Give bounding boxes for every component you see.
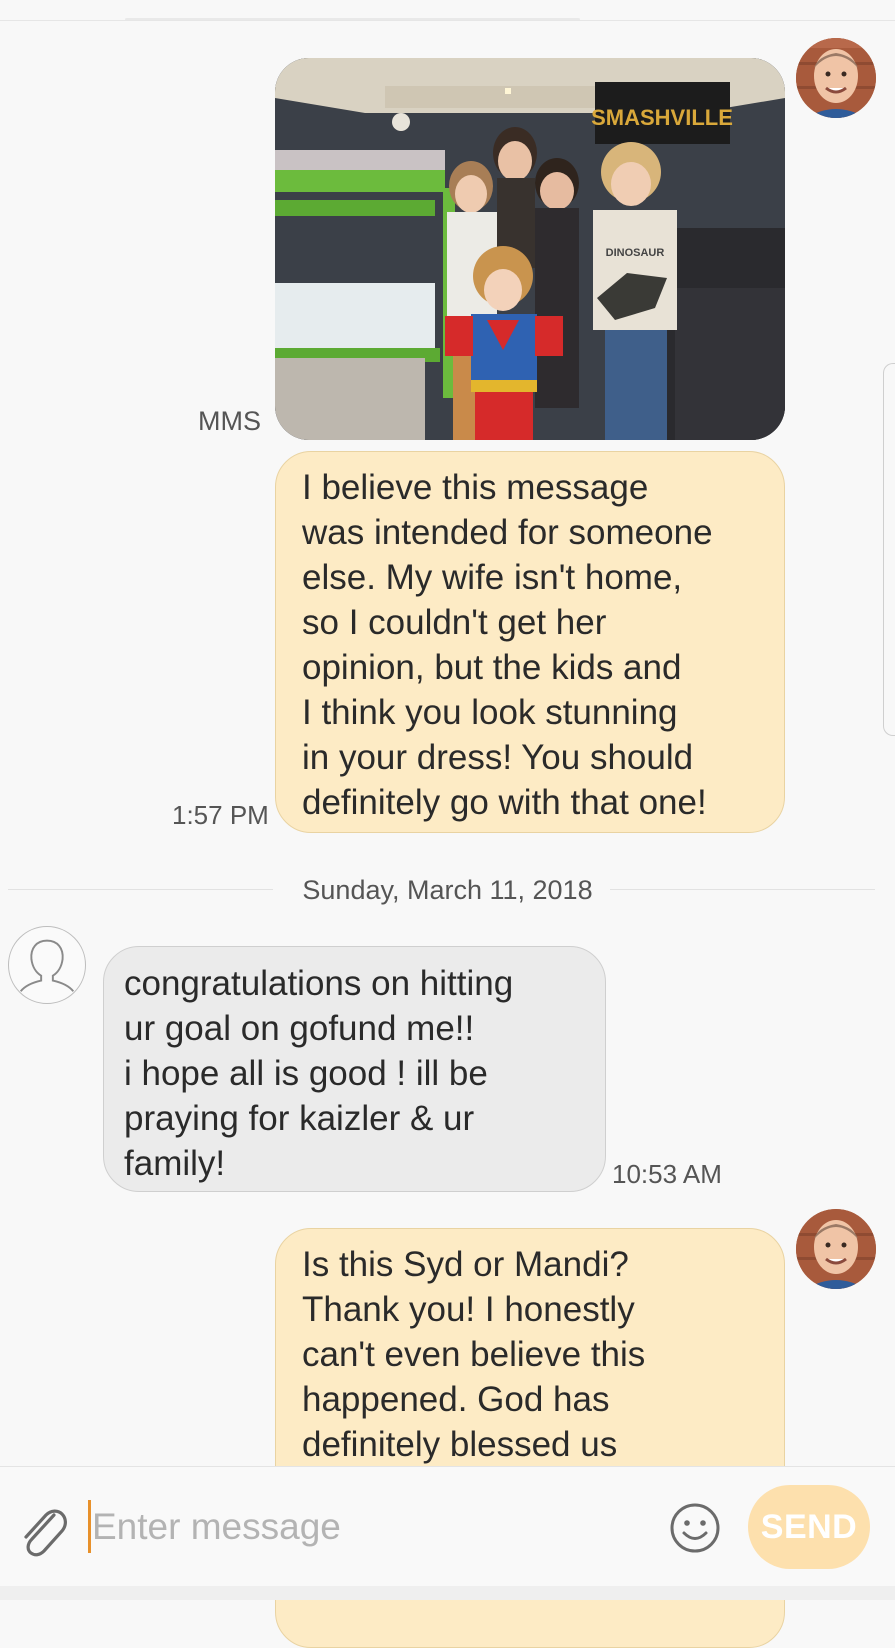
contact-avatar[interactable]	[8, 926, 86, 1004]
smashville-sign: SMASHVILLE	[591, 105, 733, 130]
user-avatar[interactable]	[796, 1209, 876, 1289]
user-avatar-photo	[796, 1209, 876, 1289]
mms-photo[interactable]: SMASHVILLE DINOSAUR	[275, 58, 785, 440]
top-divider	[0, 20, 895, 21]
scroll-indicator[interactable]	[883, 363, 895, 736]
date-separator: Sunday, March 11, 2018	[0, 871, 895, 911]
send-button[interactable]: SEND	[748, 1485, 870, 1569]
message-input[interactable]	[92, 1495, 632, 1559]
shirt-text: DINOSAUR	[606, 247, 665, 259]
bottom-bar	[0, 1586, 895, 1600]
mms-label: MMS	[198, 406, 261, 436]
message-timestamp: 10:53 AM	[612, 1159, 722, 1189]
incoming-message-bubble[interactable]: congratulations on hitting ur goal on go…	[103, 946, 606, 1192]
message-timestamp: 1:57 PM	[172, 800, 269, 830]
person-icon	[19, 939, 75, 992]
outgoing-message-bubble[interactable]: I believe this message was intended for …	[275, 451, 785, 833]
user-avatar[interactable]	[796, 38, 876, 118]
paperclip-icon[interactable]	[16, 1501, 68, 1557]
date-separator-label: Sunday, March 11, 2018	[302, 875, 593, 905]
user-avatar-photo	[796, 38, 876, 118]
smiley-icon[interactable]	[668, 1501, 722, 1555]
message-composer: SEND	[0, 1466, 895, 1587]
text-cursor	[88, 1500, 91, 1553]
